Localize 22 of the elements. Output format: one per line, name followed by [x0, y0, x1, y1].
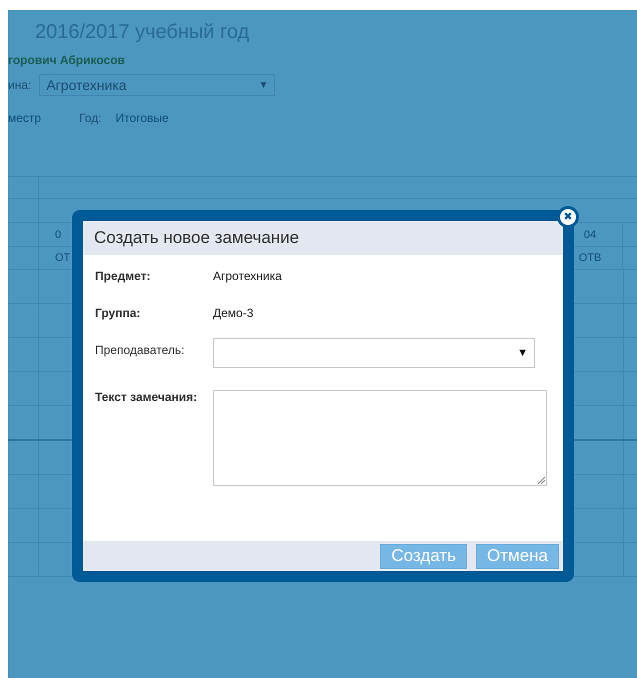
field-label: Предмет: [95, 269, 152, 283]
dialog-title: Создать новое замечание [83, 221, 563, 255]
field-value: Агротехника [213, 269, 282, 283]
cancel-button[interactable]: Отмена [476, 544, 559, 568]
year-label: Год: [79, 111, 102, 125]
column-number: 04 [584, 228, 596, 240]
teacher-select[interactable]: ▼ [213, 338, 535, 368]
column-label: ОТ [55, 252, 70, 264]
field-label: Текст замечания: [95, 390, 198, 404]
year-link[interactable]: Итоговые [116, 111, 169, 125]
column-number: 0 [55, 228, 62, 240]
resize-grip-icon [537, 476, 545, 484]
subject-select[interactable]: Агротехника ▼ [39, 74, 276, 96]
period-link[interactable]: местр [8, 111, 42, 125]
field-label: Группа: [95, 306, 142, 320]
subject-label: ина: [8, 78, 32, 92]
comment-textarea[interactable] [213, 390, 547, 486]
field-label: Преподаватель: [95, 343, 186, 357]
user-name: горович Абрикосов [8, 53, 126, 67]
column-label: ОТВ [578, 252, 602, 264]
create-button[interactable]: Создать [380, 544, 467, 568]
field-value: Демо-3 [213, 306, 254, 320]
